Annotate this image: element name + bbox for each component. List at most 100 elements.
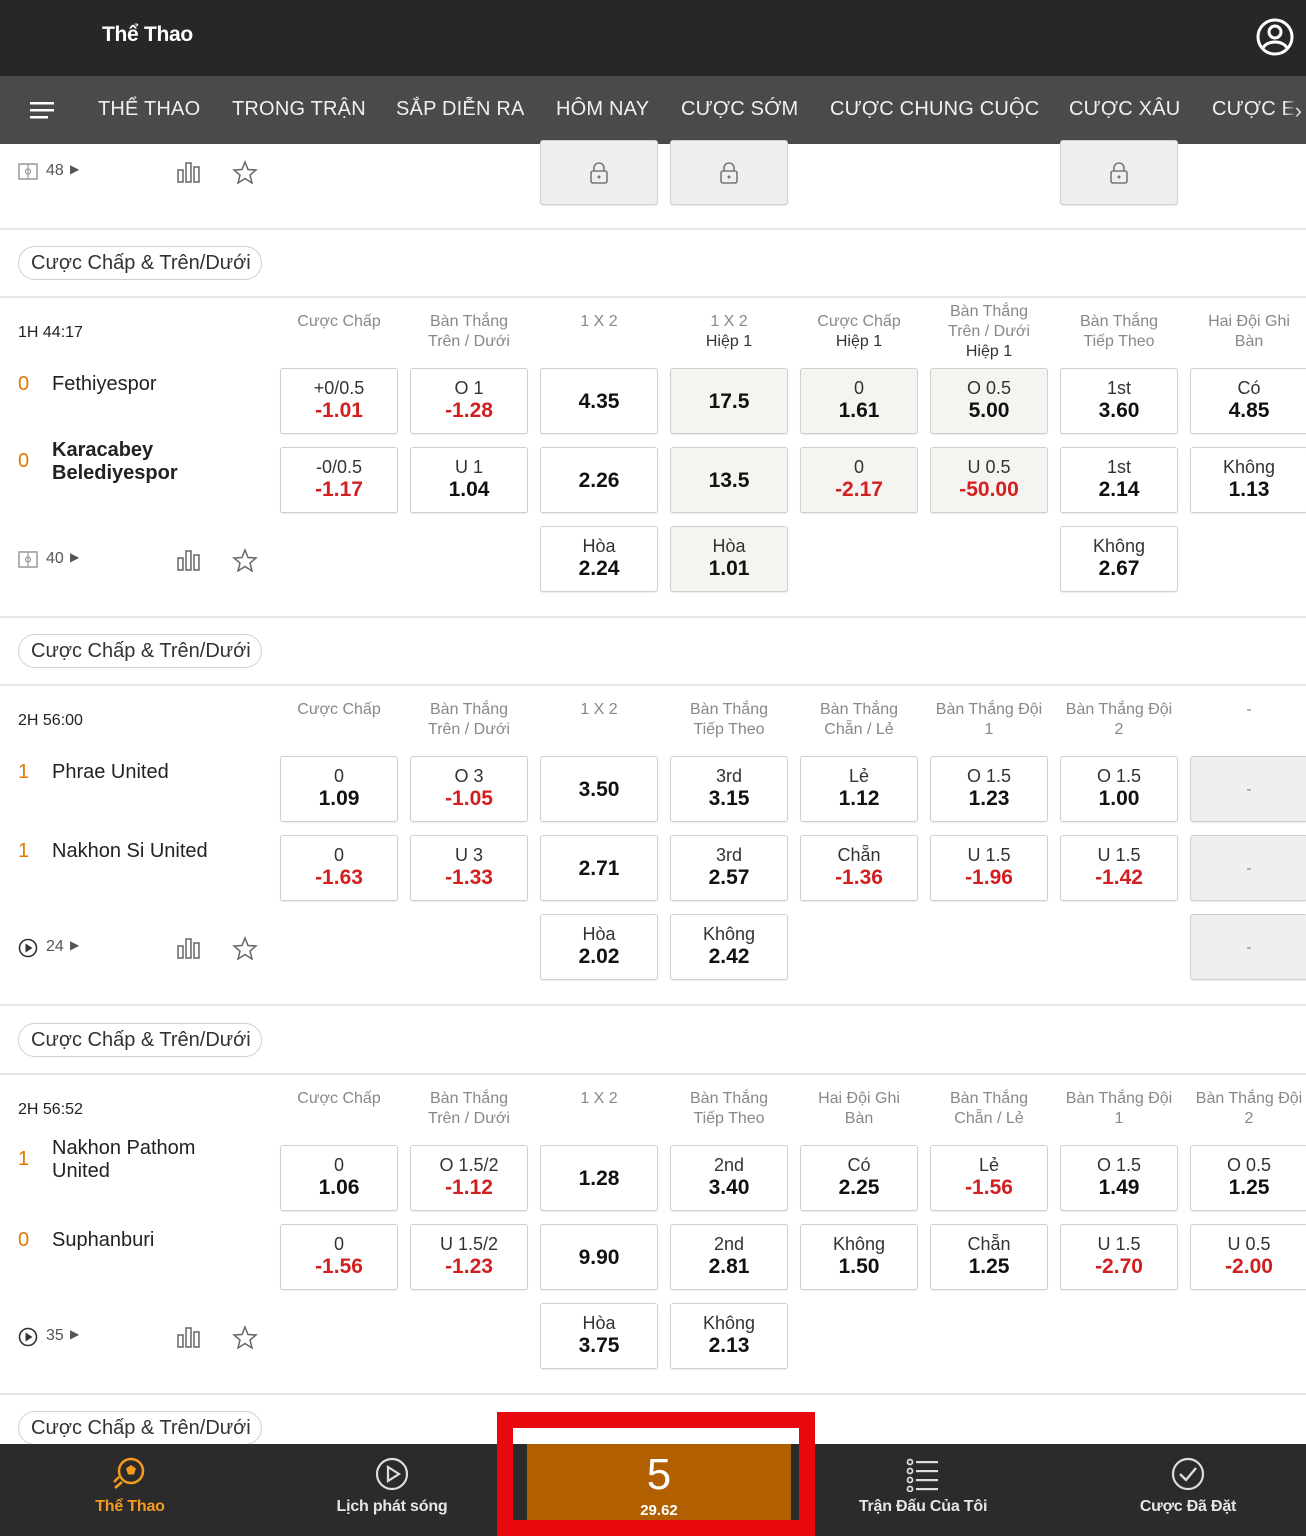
odds-button[interactable]: Có 4.85 xyxy=(1190,368,1306,434)
favorite-star-icon[interactable] xyxy=(232,936,258,960)
odds-button[interactable]: 2nd 3.40 xyxy=(670,1145,788,1211)
odds-button[interactable]: U 1.5 -1.42 xyxy=(1060,835,1178,901)
nav-the-thao[interactable]: THỂ THAO xyxy=(98,98,200,121)
draw-odds-button[interactable]: Hòa 2.24 xyxy=(540,526,658,592)
odds-button[interactable]: 2.71 xyxy=(540,835,658,901)
odds-button[interactable]: -0/0.5 -1.17 xyxy=(280,447,398,513)
more-arrow-icon[interactable]: ▶ xyxy=(70,550,79,564)
odds-button[interactable]: U 1 1.04 xyxy=(410,447,528,513)
market-count[interactable]: 35 xyxy=(46,1327,64,1345)
odds-button[interactable]: O 1.5 1.49 xyxy=(1060,1145,1178,1211)
odds-button[interactable]: O 1.5 1.23 xyxy=(930,756,1048,822)
odds-value: 1.23 xyxy=(968,787,1010,810)
odds-button[interactable]: 0 -1.63 xyxy=(280,835,398,901)
draw-odds-button[interactable]: Không 2.42 xyxy=(670,914,788,980)
odds-button[interactable]: U 1.5/2 -1.23 xyxy=(410,1224,528,1290)
odds-button[interactable]: Lẻ 1.12 xyxy=(800,756,918,822)
tab-the-thao[interactable]: Thể Thao xyxy=(0,1444,260,1536)
page-title: Thể Thao xyxy=(102,23,193,46)
odds-button[interactable]: 0 1.09 xyxy=(280,756,398,822)
nav-cuoc-som[interactable]: CƯỢC SỚM xyxy=(681,98,798,121)
odds-button[interactable]: O 3 -1.05 xyxy=(410,756,528,822)
odds-button[interactable]: O 1.5 1.00 xyxy=(1060,756,1178,822)
odds-line: 0 xyxy=(853,378,864,398)
odds-button[interactable]: 3rd 2.57 xyxy=(670,835,788,901)
nav-trong-tran[interactable]: TRONG TRẬN xyxy=(232,98,366,121)
favorite-star-icon[interactable] xyxy=(232,160,258,184)
odds-button[interactable]: Chẵn 1.25 xyxy=(930,1224,1048,1290)
odds-line: Chẵn xyxy=(967,1234,1011,1254)
bet-slip-button[interactable]: 5 29.62 xyxy=(527,1444,791,1536)
odds-button[interactable]: 9.90 xyxy=(540,1224,658,1290)
odds-button[interactable]: U 0.5 -2.00 xyxy=(1190,1224,1306,1290)
odds-button[interactable]: U 3 -1.33 xyxy=(410,835,528,901)
statistics-icon[interactable] xyxy=(176,160,202,184)
nav-sap-dien-ra[interactable]: SẮP DIỄN RA xyxy=(396,98,525,121)
market-header: Bàn Thắng Tiếp Theo xyxy=(664,700,794,740)
hamburger-menu-icon[interactable] xyxy=(30,99,54,121)
nav-cuoc-e[interactable]: CƯỢC E xyxy=(1212,98,1295,121)
market-filter-pill[interactable]: Cược Chấp & Trên/Dưới xyxy=(18,1023,262,1057)
draw-odds-button[interactable]: Hòa 1.01 xyxy=(670,526,788,592)
statistics-icon[interactable] xyxy=(176,548,202,572)
odds-button[interactable]: 2.26 xyxy=(540,447,658,513)
draw-odds-button[interactable]: Hòa 3.75 xyxy=(540,1303,658,1369)
nav-scroll-right-icon[interactable]: › xyxy=(1295,98,1302,124)
odds-button[interactable]: O 0.5 5.00 xyxy=(930,368,1048,434)
odds-button[interactable]: O 1 -1.28 xyxy=(410,368,528,434)
odds-button[interactable]: 0 -1.56 xyxy=(280,1224,398,1290)
market-filter-pill[interactable]: Cược Chấp & Trên/Dưới xyxy=(18,1411,262,1445)
odds-button[interactable]: Lẻ -1.56 xyxy=(930,1145,1048,1211)
odds-button[interactable]: Có 2.25 xyxy=(800,1145,918,1211)
odds-button[interactable]: Chẵn -1.36 xyxy=(800,835,918,901)
live-stream-icon[interactable] xyxy=(18,937,40,959)
odds-button[interactable]: 13.5 xyxy=(670,447,788,513)
tab-cuoc-da-dat[interactable]: Cược Đã Đặt xyxy=(1058,1444,1306,1536)
user-account-icon[interactable] xyxy=(1255,17,1295,57)
odds-button[interactable]: Không 1.13 xyxy=(1190,447,1306,513)
odds-button[interactable]: 4.35 xyxy=(540,368,658,434)
draw-odds-button[interactable]: Hòa 2.02 xyxy=(540,914,658,980)
market-filter-pill[interactable]: Cược Chấp & Trên/Dưới xyxy=(18,246,262,280)
more-arrow-icon[interactable]: ▶ xyxy=(70,938,79,952)
odds-button[interactable]: 3rd 3.15 xyxy=(670,756,788,822)
market-count[interactable]: 24 xyxy=(46,938,64,956)
market-count[interactable]: 40 xyxy=(46,550,64,568)
odds-button[interactable]: 1st 3.60 xyxy=(1060,368,1178,434)
odds-button[interactable]: 0 1.06 xyxy=(280,1145,398,1211)
odds-button[interactable]: +0/0.5 -1.01 xyxy=(280,368,398,434)
odds-button[interactable]: O 0.5 1.25 xyxy=(1190,1145,1306,1211)
odds-button[interactable]: U 0.5 -50.00 xyxy=(930,447,1048,513)
odds-button[interactable]: 1.28 xyxy=(540,1145,658,1211)
odds-button[interactable]: U 1.5 -1.96 xyxy=(930,835,1048,901)
tab-lich-phat-song[interactable]: Lịch phát sóng xyxy=(262,1444,522,1536)
market-header-line: Hai Đội Ghi xyxy=(818,1090,900,1107)
draw-odds-button[interactable]: Không 2.67 xyxy=(1060,526,1178,592)
draw-odds-button[interactable]: Không 2.13 xyxy=(670,1303,788,1369)
odds-button[interactable]: 0 1.61 xyxy=(800,368,918,434)
favorite-star-icon[interactable] xyxy=(232,548,258,572)
favorite-star-icon[interactable] xyxy=(232,1325,258,1349)
market-header-line: 1 X 2 xyxy=(580,1090,618,1107)
tab-tran-dau-cua-toi[interactable]: Trận Đấu Của Tôi xyxy=(793,1444,1053,1536)
nav-cuoc-chung-cuoc[interactable]: CƯỢC CHUNG CUỘC xyxy=(830,98,1039,121)
odds-button[interactable]: 1st 2.14 xyxy=(1060,447,1178,513)
more-arrow-icon[interactable]: ▶ xyxy=(70,1327,79,1341)
odds-button[interactable]: O 1.5/2 -1.12 xyxy=(410,1145,528,1211)
odds-line: O 1.5 xyxy=(1096,766,1142,786)
nav-hom-nay[interactable]: HÔM NAY xyxy=(556,98,649,121)
odds-button[interactable]: Không 1.50 xyxy=(800,1224,918,1290)
odds-value: 1.25 xyxy=(968,1255,1010,1278)
live-stream-icon[interactable] xyxy=(18,1326,40,1348)
more-arrow-icon[interactable]: ▶ xyxy=(70,162,79,176)
market-count[interactable]: 48 xyxy=(46,162,64,180)
odds-button[interactable]: 0 -2.17 xyxy=(800,447,918,513)
odds-button[interactable]: 3.50 xyxy=(540,756,658,822)
statistics-icon[interactable] xyxy=(176,1325,202,1349)
nav-cuoc-xau[interactable]: CƯỢC XÂU xyxy=(1069,98,1180,121)
odds-button[interactable]: U 1.5 -2.70 xyxy=(1060,1224,1178,1290)
statistics-icon[interactable] xyxy=(176,936,202,960)
market-filter-pill[interactable]: Cược Chấp & Trên/Dưới xyxy=(18,634,262,668)
odds-button[interactable]: 2nd 2.81 xyxy=(670,1224,788,1290)
odds-button[interactable]: 17.5 xyxy=(670,368,788,434)
